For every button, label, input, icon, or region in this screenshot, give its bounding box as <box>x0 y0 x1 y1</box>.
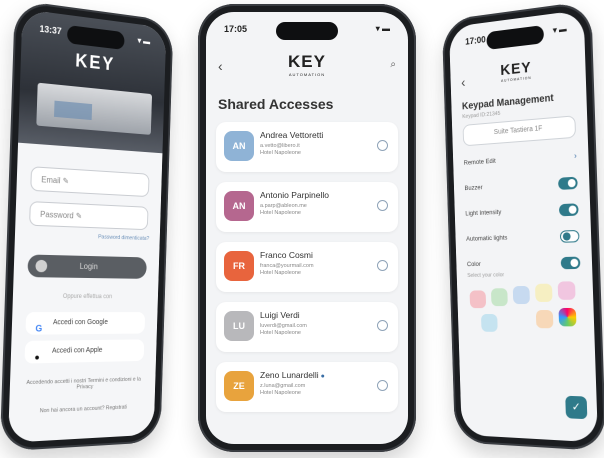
phone-keypad: 17:00 ▾ ▬ ‹ KEY AUTOMATION Keypad Manage… <box>441 0 604 452</box>
google-button[interactable]: G Accedi con Google <box>25 312 146 335</box>
avatar: LU <box>224 311 254 341</box>
status-icons: ▾ ▬ <box>375 24 390 33</box>
dynamic-island <box>276 22 338 40</box>
header: ‹ KEY AUTOMATION ⌕ <box>206 46 408 86</box>
google-label: Accedi con Google <box>52 318 109 327</box>
avatar: AN <box>224 191 254 221</box>
setting-remote-edit[interactable]: Remote Edit › <box>464 148 577 172</box>
select-radio[interactable] <box>377 380 388 391</box>
user-name: Antonio Parpinello <box>260 190 329 200</box>
page-subtitle: Keypad ID:21345 <box>462 110 501 121</box>
user-email: franca@yourmail.com <box>260 263 314 269</box>
login-button[interactable]: Login <box>27 254 147 279</box>
phone-login: KEY Email ✎ Password ✎ Password dimentic… <box>0 0 174 452</box>
color-swatch[interactable] <box>535 310 554 329</box>
shared-accesses-screen: 17:05 ▾ ▬ ‹ KEY AUTOMATION ⌕ Shared Acce… <box>206 12 408 444</box>
user-hotel: Hotel Napoleone <box>260 390 301 396</box>
user-hotel: Hotel Napoleone <box>260 210 301 216</box>
user-name: Andrea Vettoretti <box>260 130 324 140</box>
setting-color: Color <box>467 255 581 273</box>
user-card[interactable]: LU Luigi Verdi luverdi@gmail.com Hotel N… <box>216 302 398 352</box>
user-email: a.vetto@libero.it <box>260 143 300 149</box>
user-name: Luigi Verdi <box>260 310 300 320</box>
chevron-right-icon[interactable]: › <box>574 148 577 165</box>
dynamic-island <box>486 25 545 50</box>
status-time: 13:37 <box>39 23 62 37</box>
user-name: Zeno Lunardelli <box>260 370 319 380</box>
color-swatch[interactable] <box>534 283 553 302</box>
apple-button[interactable]: ● Accedi con Apple <box>24 339 145 364</box>
status-time: 17:05 <box>224 24 248 34</box>
light-intensity-toggle[interactable] <box>558 203 579 217</box>
color-picker-swatch[interactable] <box>558 307 577 327</box>
setting-label: Remote Edit <box>463 157 496 167</box>
setting-label: Light Intensity <box>465 208 502 218</box>
automatic-lights-toggle[interactable] <box>559 229 580 243</box>
select-radio[interactable] <box>377 260 388 271</box>
page-title: Keypad Management <box>461 92 554 113</box>
logo-subtext: AUTOMATION <box>288 72 326 77</box>
login-label: Login <box>79 261 98 272</box>
setting-label: Buzzer <box>464 184 483 193</box>
user-email: luverdi@gmail.com <box>260 323 307 329</box>
color-swatch[interactable] <box>490 288 508 307</box>
app-logo: KEY AUTOMATION <box>450 53 585 89</box>
search-icon[interactable]: ⌕ <box>390 59 396 70</box>
apple-icon: ● <box>34 351 40 363</box>
terms-text: Accedendo accetti i nostri Termini e con… <box>26 376 141 391</box>
email-field[interactable]: Email ✎ <box>30 166 150 198</box>
setting-label: Automatic lights <box>466 234 508 243</box>
forgot-password-link[interactable]: Password dimenticata? <box>27 232 149 242</box>
user-card[interactable]: FR Franco Cosmi franca@yourmail.com Hote… <box>216 242 398 292</box>
person-icon: ● <box>320 373 325 380</box>
select-radio[interactable] <box>377 200 388 211</box>
login-form: Email ✎ Password ✎ Password dimenticata?… <box>8 142 163 443</box>
user-hotel: Hotel Napoleone <box>260 150 301 156</box>
user-card[interactable]: AN Andrea Vettoretti a.vetto@libero.it H… <box>216 122 398 172</box>
confirm-check-icon[interactable]: ✓ <box>565 395 588 420</box>
login-icon <box>35 259 48 273</box>
color-toggle[interactable] <box>560 256 581 270</box>
user-hotel: Hotel Napoleone <box>260 270 301 276</box>
avatar: AN <box>224 131 254 161</box>
color-hint: Select your color <box>467 272 505 279</box>
user-card[interactable]: ZE Zeno Lunardelli ● z.luna@gmail.com Hot… <box>216 362 398 412</box>
color-swatch[interactable] <box>480 314 498 332</box>
status-icons: ▾ ▬ <box>552 24 567 35</box>
setting-buzzer: Buzzer <box>464 175 578 197</box>
keypad-name-field[interactable]: Suite Tastiera 1F <box>462 115 577 147</box>
page-title: Shared Accesses <box>218 96 334 112</box>
user-email: z.luna@gmail.com <box>260 383 306 389</box>
signup-link[interactable]: Non hai ancora un account? Registrati <box>21 404 144 415</box>
user-card[interactable]: AN Antonio Parpinello a.parp@ableon.me H… <box>216 182 398 232</box>
avatar: FR <box>224 251 254 281</box>
user-name-row: Zeno Lunardelli ● <box>260 370 325 380</box>
select-radio[interactable] <box>377 320 388 331</box>
setting-light-intensity: Light Intensity <box>465 201 579 222</box>
app-logo: KEY AUTOMATION <box>206 52 408 77</box>
user-hotel: Hotel Napoleone <box>260 330 301 336</box>
logo-text: KEY <box>288 52 326 71</box>
phone-shared-accesses: 17:05 ▾ ▬ ‹ KEY AUTOMATION ⌕ Shared Acce… <box>198 4 416 452</box>
buzzer-toggle[interactable] <box>558 176 578 190</box>
apple-label: Accedi con Apple <box>51 346 103 355</box>
color-swatch[interactable] <box>469 290 487 309</box>
divider-text: Oppure effettua con <box>62 293 113 301</box>
user-email: a.parp@ableon.me <box>260 203 307 209</box>
house-image <box>36 82 153 135</box>
setting-label: Color <box>466 260 481 269</box>
google-icon: G <box>35 323 43 334</box>
status-icons: ▾ ▬ <box>137 35 151 47</box>
color-swatch[interactable] <box>557 281 576 300</box>
keypad-screen: 17:00 ▾ ▬ ‹ KEY AUTOMATION Keypad Manage… <box>448 9 599 443</box>
avatar: ZE <box>224 371 254 401</box>
status-time: 17:00 <box>465 34 486 47</box>
setting-automatic-lights: Automatic lights <box>466 228 580 248</box>
password-field[interactable]: Password ✎ <box>29 201 149 231</box>
color-swatch[interactable] <box>512 285 530 305</box>
login-screen: KEY Email ✎ Password ✎ Password dimentic… <box>8 8 167 443</box>
select-radio[interactable] <box>377 140 388 151</box>
user-name: Franco Cosmi <box>260 250 313 260</box>
